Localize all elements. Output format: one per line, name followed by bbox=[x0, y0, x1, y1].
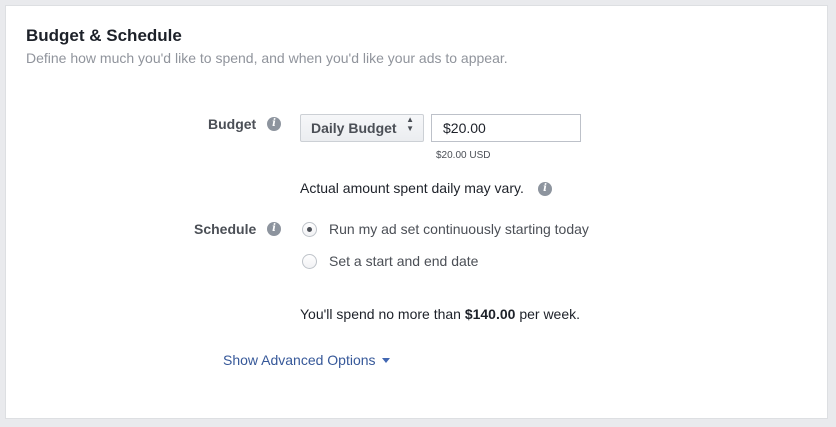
caret-down-icon bbox=[381, 358, 390, 363]
sort-arrows-icon: ▲ ▼ bbox=[406, 115, 414, 133]
section-subtitle: Define how much you'd like to spend, and… bbox=[26, 50, 508, 66]
advanced-options-label[interactable]: Show Advanced Options bbox=[223, 352, 376, 368]
budget-note-info-icon[interactable]: i bbox=[538, 182, 552, 196]
schedule-info-icon[interactable]: i bbox=[267, 222, 281, 236]
budget-amount-input[interactable] bbox=[431, 114, 581, 142]
radio-start-end[interactable] bbox=[302, 254, 317, 269]
radio-continuous[interactable] bbox=[302, 222, 317, 237]
weekly-spend-text: You'll spend no more than $140.00 per we… bbox=[300, 306, 580, 322]
budget-type-select[interactable]: Daily Budget ▲ ▼ bbox=[300, 114, 424, 142]
section-title: Budget & Schedule bbox=[26, 26, 182, 45]
budget-label: Budget bbox=[208, 116, 257, 132]
budget-schedule-panel: Budget & Schedule Define how much you'd … bbox=[5, 5, 828, 419]
budget-note-text: Actual amount spent daily may vary. bbox=[300, 180, 524, 196]
budget-type-value: Daily Budget bbox=[311, 120, 397, 136]
schedule-option-label[interactable]: Run my ad set continuously starting toda… bbox=[329, 221, 589, 237]
weekly-prefix: You'll spend no more than bbox=[300, 306, 465, 322]
budget-info-icon[interactable]: i bbox=[267, 117, 281, 131]
budget-note: Actual amount spent daily may vary. bbox=[300, 180, 524, 196]
show-advanced-options-link[interactable]: Show Advanced Options bbox=[223, 352, 390, 368]
budget-amount-usd: $20.00 USD bbox=[436, 150, 491, 161]
schedule-label: Schedule bbox=[194, 221, 257, 237]
weekly-amount: $140.00 bbox=[464, 306, 516, 322]
schedule-option-label[interactable]: Set a start and end date bbox=[329, 253, 478, 269]
weekly-suffix: per week. bbox=[515, 306, 581, 322]
